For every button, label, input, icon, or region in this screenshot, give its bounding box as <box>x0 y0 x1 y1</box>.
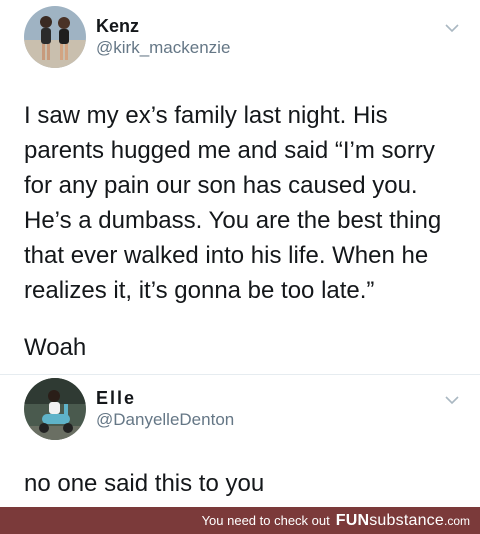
tweet-text-line: realizes it, it’s gonna be too late.” <box>24 277 375 304</box>
brand-suffix: .com <box>443 513 470 528</box>
tweet-header: Kenz @kirk_mackenzie <box>24 6 230 68</box>
tweet-text-extra: Woah <box>24 334 87 361</box>
tweet-text-line: that ever walked into his life. When he <box>24 242 429 269</box>
brand-logo: FUNsubstance <box>336 512 444 530</box>
chevron-down-icon[interactable] <box>444 392 460 408</box>
screenshot: Kenz @kirk_mackenzie I saw my ex’s famil… <box>0 0 480 534</box>
tweet-author: Elle @DanyelleDenton <box>96 387 234 431</box>
tweet-text-line: no one said this to you <box>24 470 265 497</box>
footer-text: You need to check out <box>201 513 330 528</box>
brand-bold: FUN <box>335 511 370 529</box>
tweet-text: no one said this to you <box>24 466 464 501</box>
profile-photo-icon <box>24 378 86 440</box>
handle[interactable]: @kirk_mackenzie <box>96 37 230 59</box>
tweet-text-line: I saw my ex’s family last night. His <box>24 102 388 129</box>
divider <box>0 374 480 375</box>
tweet-text: I saw my ex’s family last night. His par… <box>24 98 464 308</box>
brand-thin: substance <box>369 511 444 529</box>
handle[interactable]: @DanyelleDenton <box>96 409 234 431</box>
watermark-footer: You need to check out FUNsubstance .com <box>0 507 480 534</box>
tweet-text-line: for any pain our son has caused you. <box>24 172 418 199</box>
tweet-text-line: parents hugged me and said “I’m sorry <box>24 137 435 164</box>
tweet-text-line: He’s a dumbass. You are the best thing <box>24 207 442 234</box>
avatar[interactable] <box>24 6 86 68</box>
avatar[interactable] <box>24 378 86 440</box>
display-name[interactable]: Elle <box>96 387 234 409</box>
display-name[interactable]: Kenz <box>96 15 230 37</box>
tweet-author: Kenz @kirk_mackenzie <box>96 15 230 59</box>
tweet-header: Elle @DanyelleDenton <box>24 378 234 440</box>
chevron-down-icon[interactable] <box>444 20 460 36</box>
profile-photo-icon <box>24 6 86 68</box>
